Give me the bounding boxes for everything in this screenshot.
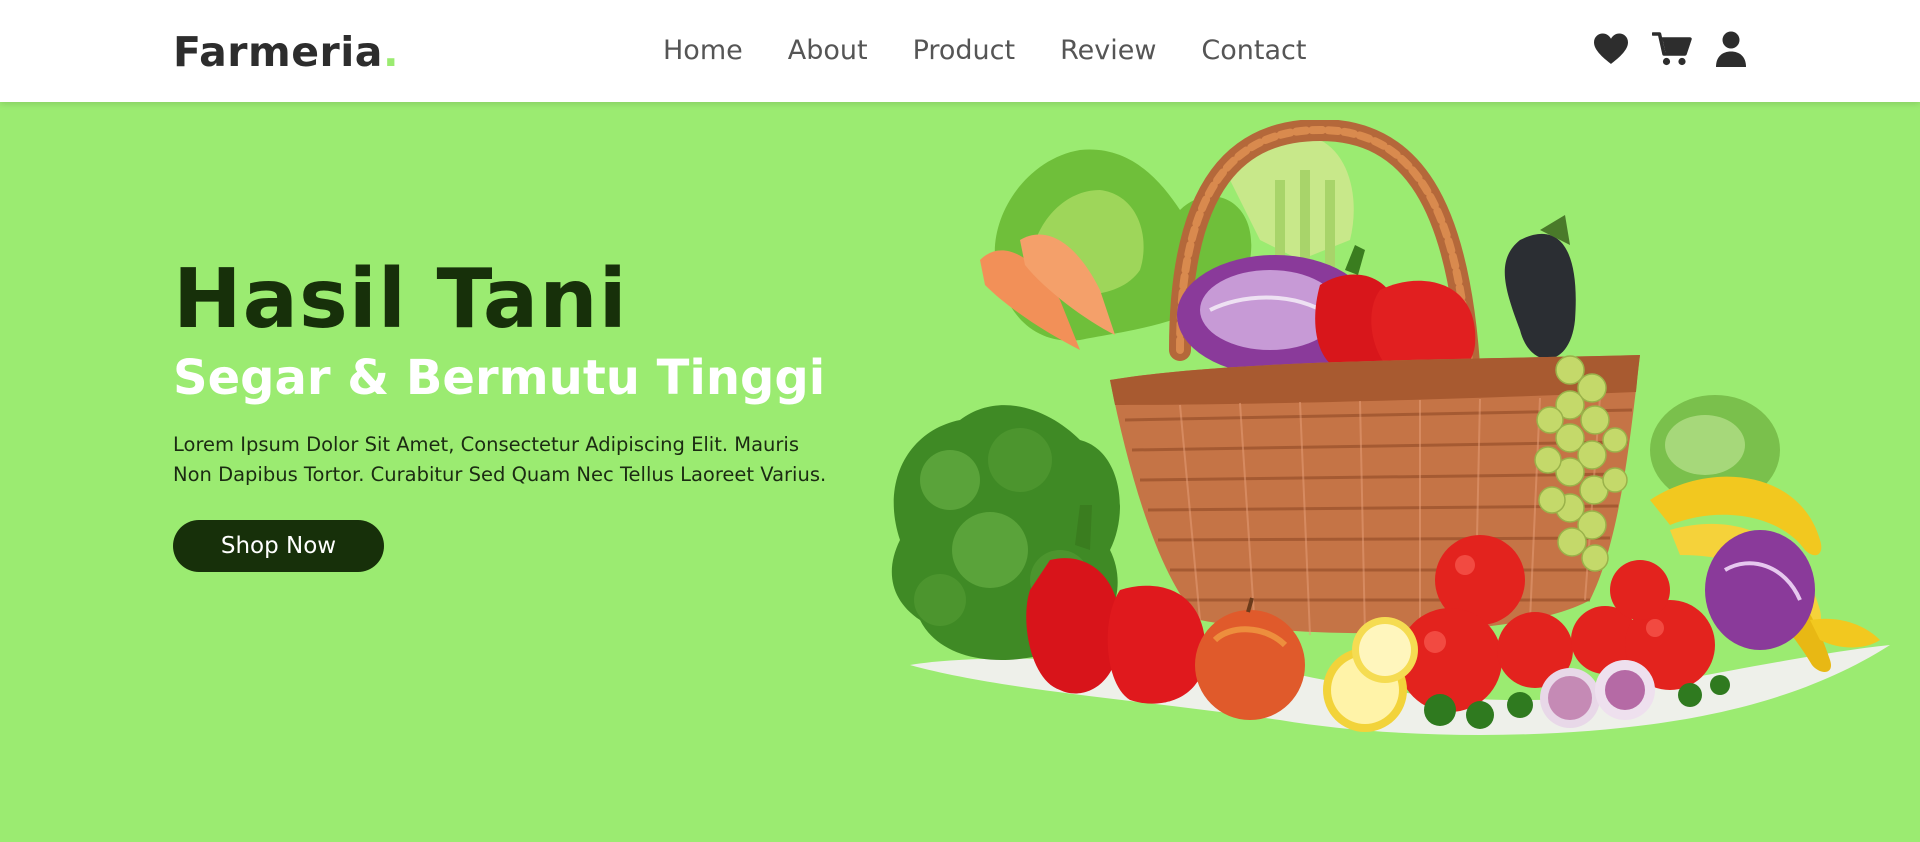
nav-link-contact[interactable]: Contact <box>1201 33 1306 69</box>
hero-title: Hasil Tani <box>173 252 628 347</box>
hero-section: Hasil Tani Segar & Bermutu Tinggi Lorem … <box>173 250 853 572</box>
shop-now-button[interactable]: Shop Now <box>173 520 384 572</box>
brand-dot: . <box>382 28 400 76</box>
user-icon[interactable] <box>1714 30 1748 68</box>
heart-icon[interactable] <box>1592 32 1630 66</box>
brand-name: Farmeria <box>173 28 383 76</box>
nav-link-home[interactable]: Home <box>663 33 743 69</box>
vegetable-basket-image <box>891 120 1890 735</box>
hero-subtitle: Segar & Bermutu Tinggi <box>173 350 826 406</box>
nav-icons <box>1592 30 1748 68</box>
main-nav: Home About Product Review Contact <box>663 33 1306 69</box>
navbar: Farmeria. Home About Product Review Cont… <box>0 0 1920 102</box>
cart-icon[interactable] <box>1652 31 1692 67</box>
nav-link-review[interactable]: Review <box>1060 33 1156 69</box>
nav-link-product[interactable]: Product <box>913 33 1016 69</box>
hero-description: Lorem Ipsum Dolor Sit Amet, Consectetur … <box>173 433 827 486</box>
nav-link-about[interactable]: About <box>788 33 868 69</box>
brand-logo[interactable]: Farmeria. <box>173 28 399 76</box>
